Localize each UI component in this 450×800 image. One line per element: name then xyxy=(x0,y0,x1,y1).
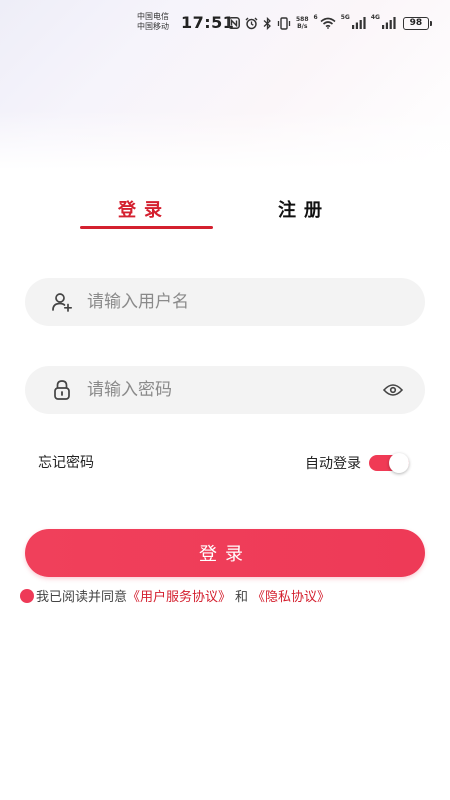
battery-icon: 98 xyxy=(402,16,432,30)
bluetooth-icon xyxy=(263,16,272,30)
carrier-1: 中国电信 xyxy=(137,12,169,21)
agreement-prefix: 我已阅读并同意 xyxy=(36,590,128,605)
vibrate-icon xyxy=(277,16,291,30)
forgot-password-link[interactable]: 忘记密码 xyxy=(38,452,94,472)
net-speed-unit: B/s xyxy=(297,23,308,30)
toggle-knob xyxy=(389,453,409,473)
agreement-and: 和 xyxy=(235,590,249,605)
agreement-row: 我已阅读并同意 《用户服务协议》 和 《隐私协议》 xyxy=(20,586,330,605)
alarm-icon xyxy=(245,17,258,30)
active-tab-indicator xyxy=(80,226,213,229)
signal-sim2-icon xyxy=(381,17,396,29)
signal-sim1-icon xyxy=(351,17,366,29)
username-input[interactable] xyxy=(87,292,405,312)
nfc-icon xyxy=(228,17,240,29)
tab-login[interactable]: 登录 xyxy=(118,196,170,222)
auto-login-row: 自动登录 xyxy=(305,453,409,473)
sim1-label: 5G xyxy=(340,14,350,21)
user-add-icon xyxy=(51,291,73,313)
auto-login-toggle[interactable] xyxy=(369,453,409,473)
wifi-icon xyxy=(320,17,336,29)
battery-level: 98 xyxy=(409,18,423,28)
lock-icon xyxy=(51,379,73,401)
wifi-label: 6 xyxy=(313,14,318,21)
carrier-info: 中国电信 中国移动 xyxy=(137,12,169,32)
carrier-2: 中国移动 xyxy=(137,22,169,31)
privacy-policy-link[interactable]: 《隐私协议》 xyxy=(252,586,330,605)
status-icons: 588 B/s 6 5G 4G 98 xyxy=(228,14,432,32)
net-speed: 588 B/s xyxy=(296,16,309,30)
user-agreement-link[interactable]: 《用户服务协议》 xyxy=(127,586,231,605)
sim2-label: 4G xyxy=(370,14,380,21)
password-field[interactable] xyxy=(25,366,425,414)
login-button[interactable]: 登录 xyxy=(25,529,425,577)
agree-checkbox[interactable] xyxy=(20,588,34,603)
tab-register[interactable]: 注册 xyxy=(278,196,330,222)
status-bar: 中国电信 中国移动 17:51 588 B/s 6 5G 4G 98 xyxy=(0,10,450,38)
auto-login-label: 自动登录 xyxy=(305,456,361,472)
net-speed-value: 588 xyxy=(296,16,309,23)
username-field[interactable] xyxy=(25,278,425,326)
show-password-eye-icon[interactable] xyxy=(381,378,405,402)
status-time: 17:51 xyxy=(181,13,235,32)
password-input[interactable] xyxy=(87,380,381,400)
